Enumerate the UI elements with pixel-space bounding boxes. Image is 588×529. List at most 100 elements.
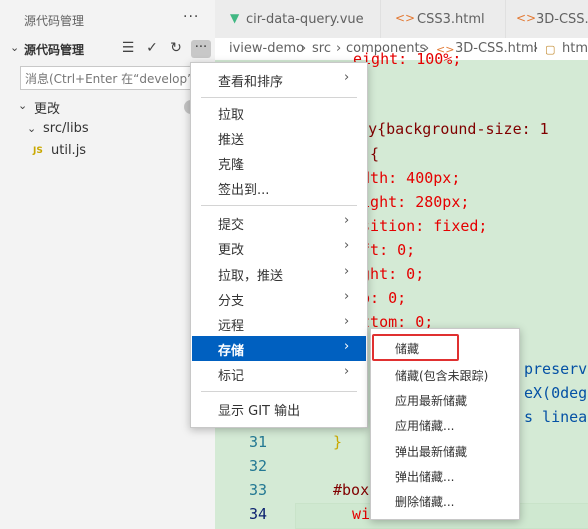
- menu-item-view-sort[interactable]: 查看和排序 ›: [192, 67, 366, 92]
- view-as-list-icon[interactable]: ☰: [119, 40, 137, 56]
- chevron-right-icon: ›: [533, 41, 539, 56]
- breadcrumb-item[interactable]: html: [562, 41, 588, 56]
- code-line: eight: 100%;: [353, 50, 462, 68]
- code-line: osition: fixed;: [352, 217, 488, 235]
- changes-group[interactable]: ⌄ 更改: [0, 96, 215, 118]
- menu-item-checkout[interactable]: 签出到...: [192, 175, 366, 200]
- submenu-item-label: 储藏: [395, 342, 420, 356]
- tab-label: CSS3.html: [417, 12, 485, 27]
- code-line: s linear: [524, 408, 588, 426]
- code-line: #box: [333, 481, 370, 499]
- tab-css3-html[interactable]: <> CSS3.html: [380, 0, 506, 38]
- submenu-item-label: 储藏(包含未跟踪): [395, 369, 489, 383]
- code-line: preserv: [524, 360, 588, 378]
- submenu-item-pop-latest-stash[interactable]: 弹出最新储藏: [372, 438, 518, 463]
- line-number: 32: [248, 457, 267, 475]
- line-number: 33: [248, 481, 267, 499]
- element-icon: ▢: [545, 43, 556, 56]
- chevron-right-icon: ›: [344, 70, 350, 85]
- breadcrumb-item[interactable]: iview-demo: [229, 41, 304, 56]
- chevron-down-icon: ⌄: [10, 41, 20, 54]
- code-line: wi: [352, 505, 371, 523]
- code-line: eX(0deg): [524, 384, 588, 402]
- sidebar-header: 源代码管理 ···: [0, 0, 215, 38]
- menu-item-label: 分支: [218, 294, 245, 309]
- commit-check-icon[interactable]: ✓: [143, 40, 161, 56]
- menu-item-show-git-output[interactable]: 显示 GIT 输出: [192, 396, 366, 421]
- submenu-item-label: 应用储藏...: [395, 419, 455, 433]
- menu-item-label: 查看和排序: [218, 75, 284, 90]
- stash-submenu: 储藏 储藏(包含未跟踪) 应用最新储藏 应用储藏... 弹出最新储藏 弹出储藏.…: [370, 328, 520, 520]
- menu-item-label: 显示 GIT 输出: [218, 404, 301, 419]
- code-line: eight: 280px;: [352, 193, 470, 211]
- menu-item-label: 存储: [218, 344, 245, 359]
- chevron-right-icon: ›: [344, 264, 350, 279]
- code-line: body{background-size: 1: [341, 120, 549, 138]
- chevron-right-icon: ›: [344, 339, 350, 354]
- menu-separator: [201, 205, 357, 206]
- menu-item-label: 克隆: [218, 158, 245, 173]
- menu-item-label: 远程: [218, 319, 245, 334]
- chevron-right-icon: ›: [344, 314, 350, 329]
- html-icon: <>: [395, 11, 416, 25]
- submenu-item-label: 应用最新储藏: [395, 394, 468, 408]
- tree-label: 更改: [34, 102, 61, 117]
- line-number: 34: [248, 505, 267, 523]
- scm-section-title: 源代码管理: [24, 43, 85, 57]
- submenu-item-stash[interactable]: 储藏: [372, 334, 459, 361]
- scm-more-actions-menu: 查看和排序 › 拉取 推送 克隆 签出到... 提交 › 更改 › 拉取，推送 …: [190, 62, 368, 428]
- chevron-right-icon: ›: [344, 213, 350, 228]
- sidebar-more-icon[interactable]: ···: [183, 9, 199, 25]
- breadcrumb-item[interactable]: 3D-CSS.html: [455, 41, 537, 56]
- chevron-right-icon: ›: [344, 364, 350, 379]
- commit-message-input[interactable]: 消息(Ctrl+Enter 在“develop”...: [20, 66, 210, 90]
- menu-item-clone[interactable]: 克隆: [192, 150, 366, 175]
- submenu-item-apply-stash[interactable]: 应用储藏...: [372, 412, 518, 437]
- file-util-js[interactable]: JS util.js: [0, 141, 215, 163]
- chevron-down-icon: ⌄: [18, 99, 28, 112]
- menu-separator: [201, 97, 357, 98]
- menu-item-label: 提交: [218, 218, 245, 233]
- source-control-sidebar: 源代码管理 ··· ⌄ 源代码管理 ☰ ✓ ↻ ··· 消息(Ctrl+Ente…: [0, 0, 215, 529]
- scm-more-actions-button[interactable]: ···: [191, 40, 211, 58]
- folder-src-libs[interactable]: ⌄ src/libs: [0, 119, 215, 141]
- menu-item-push[interactable]: 推送: [192, 125, 366, 150]
- menu-item-remote[interactable]: 远程 ›: [192, 311, 366, 336]
- menu-item-pull-push[interactable]: 拉取，推送 ›: [192, 261, 366, 286]
- menu-item-label: 签出到...: [218, 183, 270, 198]
- tab-cir-data-query[interactable]: ▼ cir-data-query.vue: [215, 0, 380, 38]
- chevron-right-icon: ›: [336, 41, 342, 56]
- submenu-item-apply-latest-stash[interactable]: 应用最新储藏: [372, 387, 518, 412]
- tree-label: util.js: [51, 143, 87, 158]
- menu-item-label: 拉取: [218, 108, 245, 123]
- code-line: }: [333, 433, 343, 451]
- chevron-right-icon: ›: [344, 238, 350, 253]
- submenu-item-drop-stash[interactable]: 删除储藏...: [372, 488, 518, 513]
- menu-item-tags[interactable]: 标记 ›: [192, 361, 366, 386]
- menu-separator: [201, 391, 357, 392]
- menu-item-commit[interactable]: 提交 ›: [192, 210, 366, 235]
- chevron-right-icon: ›: [301, 41, 307, 56]
- chevron-down-icon: ⌄: [27, 122, 37, 135]
- refresh-icon[interactable]: ↻: [167, 40, 185, 56]
- menu-item-changes[interactable]: 更改 ›: [192, 235, 366, 260]
- sidebar-title: 源代码管理: [24, 14, 85, 28]
- code-line: idth: 400px;: [352, 169, 461, 187]
- submenu-item-stash-include-untracked[interactable]: 储藏(包含未跟踪): [372, 362, 518, 387]
- submenu-item-label: 删除储藏...: [395, 495, 455, 509]
- breadcrumb-item[interactable]: src: [312, 41, 331, 56]
- submenu-item-pop-stash[interactable]: 弹出储藏...: [372, 463, 518, 488]
- tree-label: src/libs: [43, 121, 89, 136]
- menu-item-label: 标记: [218, 369, 245, 384]
- js-file-icon: JS: [33, 146, 43, 156]
- menu-item-label: 更改: [218, 243, 245, 258]
- menu-item-pull[interactable]: 拉取: [192, 100, 366, 125]
- tab-label: 3D-CSS.ht: [536, 12, 588, 27]
- tab-3d-css-html[interactable]: <> 3D-CSS.ht: [505, 0, 588, 38]
- menu-item-stash[interactable]: 存储 ›: [192, 336, 366, 361]
- menu-item-branch[interactable]: 分支 ›: [192, 286, 366, 311]
- editor-tabs: ▼ cir-data-query.vue <> CSS3.html <> 3D-…: [215, 0, 588, 39]
- vue-icon: ▼: [230, 11, 240, 25]
- menu-item-label: 推送: [218, 133, 245, 148]
- line-number: 31: [248, 433, 267, 451]
